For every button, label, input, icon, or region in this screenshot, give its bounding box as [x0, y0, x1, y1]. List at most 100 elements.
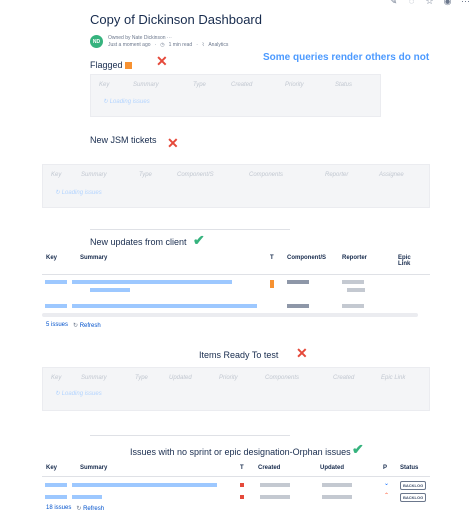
clock-icon: ◷	[160, 42, 165, 48]
column-header: Created	[231, 82, 253, 88]
issue-key[interactable]	[45, 495, 67, 499]
column-header-status[interactable]: Status	[400, 465, 418, 471]
issue-key[interactable]	[45, 280, 67, 284]
read-time: 1 min read	[168, 42, 193, 48]
column-header: Key	[51, 375, 62, 381]
column-header: Component/S	[177, 172, 214, 178]
column-header: Components	[249, 172, 284, 178]
status-badge: BACKLOG	[400, 481, 427, 490]
section-title-orphan: Issues with no sprint or epic designatio…	[130, 447, 351, 457]
column-header: Type	[139, 172, 152, 178]
client-table-footer: 5 issues ↻ Refresh	[46, 322, 101, 329]
avatar[interactable]: ND	[90, 35, 103, 48]
column-header: Updated	[169, 375, 192, 381]
ready-query-table: Key Summary Type Updated Priority Compon…	[42, 367, 430, 411]
issue-created	[260, 483, 290, 487]
column-header-component[interactable]: Component/S	[287, 255, 326, 261]
refresh-label: Refresh	[79, 323, 101, 329]
issue-summary[interactable]	[72, 280, 232, 284]
flagged-query-table: Key Summary Type Created Priority Status…	[90, 74, 381, 117]
issue-count-link[interactable]: 5 issues	[46, 322, 68, 329]
column-header: Summary	[81, 375, 107, 381]
page-meta: Just a moment ago · ◷ 1 min read · ⌇ Ana…	[108, 42, 228, 48]
analytics-link[interactable]: Analytics	[208, 42, 228, 48]
annotation-note: Some queries render others do not	[263, 52, 430, 63]
column-header: Summary	[81, 172, 107, 178]
issue-summary[interactable]	[72, 495, 102, 499]
issue-updated	[322, 483, 352, 487]
ready-header-row: Key Summary Type Updated Priority Compon…	[51, 375, 405, 381]
issue-type-icon	[240, 495, 244, 499]
owner-menu-icon[interactable]: ⋯	[167, 35, 172, 41]
issue-key[interactable]	[45, 304, 67, 308]
table-row[interactable]	[42, 278, 430, 298]
section-title-flagged: Flagged	[90, 60, 132, 70]
jsm-query-table: Key Summary Type Component/S Components …	[42, 164, 430, 208]
refresh-button[interactable]: ↻ Refresh	[73, 322, 101, 329]
column-header-key[interactable]: Key	[46, 255, 57, 261]
refresh-button[interactable]: ↻ Refresh	[76, 505, 104, 512]
column-header-key[interactable]: Key	[46, 465, 57, 471]
table-row[interactable]: ⌃ BACKLOG	[42, 492, 430, 502]
table-header-rule	[42, 274, 430, 275]
issue-created	[260, 495, 290, 499]
priority-high-icon: ⌃	[384, 493, 390, 499]
column-header-summary[interactable]: Summary	[80, 465, 107, 471]
column-header: Reporter	[325, 172, 349, 178]
section-title-ready: Items Ready To test	[199, 350, 279, 360]
section-title-client: New updates from client	[90, 237, 187, 247]
column-header: Status	[335, 82, 353, 88]
column-header: Type	[135, 375, 148, 381]
updated-time: Just a moment ago	[108, 42, 151, 48]
issue-count-link[interactable]: 18 issues	[46, 505, 71, 512]
section-title-jsm: New JSM tickets	[90, 135, 157, 145]
flagged-header-row: Key Summary Type Created Priority Status	[99, 82, 352, 88]
column-header-type[interactable]: T	[240, 465, 244, 471]
refresh-label: Refresh	[83, 506, 105, 512]
issue-summary[interactable]	[72, 304, 257, 308]
table-header-rule	[42, 476, 430, 477]
more-icon[interactable]: ⋯	[461, 0, 470, 7]
column-header-priority[interactable]: P	[383, 465, 387, 471]
issue-reporter	[342, 280, 364, 284]
page-toolbar: ✎ ◌ ☆ ◉ ⋯	[389, 0, 470, 7]
comment-icon[interactable]: ◌	[407, 0, 416, 7]
loading-label: Loading issues	[61, 190, 102, 196]
column-header-epic-link[interactable]: Epic Link	[398, 255, 418, 267]
column-header-reporter[interactable]: Reporter	[342, 255, 367, 261]
horizontal-scrollbar[interactable]	[42, 313, 418, 317]
star-icon[interactable]: ☆	[425, 0, 434, 7]
refresh-icon: ↻	[73, 323, 79, 329]
cross-mark-icon: ✕	[167, 135, 179, 151]
status-badge: BACKLOG	[400, 493, 427, 502]
column-header: Key	[51, 172, 62, 178]
priority-low-icon: ⌄	[384, 481, 390, 487]
issue-component	[287, 304, 309, 308]
watch-icon[interactable]: ◉	[443, 0, 452, 7]
loading-label: Loading issues	[61, 391, 102, 397]
issue-updated	[322, 495, 352, 499]
cross-mark-icon: ✕	[156, 53, 168, 69]
issue-summary[interactable]	[72, 483, 217, 487]
meta-dot: ·	[196, 42, 198, 48]
issue-summary-wrap[interactable]	[90, 288, 130, 292]
column-header: Key	[99, 82, 110, 88]
column-header: Priority	[219, 375, 238, 381]
issue-type-icon	[270, 280, 274, 288]
issue-component	[287, 280, 309, 284]
divider	[90, 435, 290, 436]
issue-key[interactable]	[45, 483, 67, 487]
divider	[90, 229, 290, 230]
loading-text: ↻ Loading issues	[55, 391, 102, 397]
column-header-updated[interactable]: Updated	[320, 465, 344, 471]
loading-label: Loading issues	[109, 99, 150, 105]
column-header-summary[interactable]: Summary	[80, 255, 107, 261]
table-row[interactable]: ⌄ BACKLOG	[42, 480, 430, 490]
column-header-created[interactable]: Created	[258, 465, 280, 471]
flagged-title-text: Flagged	[90, 60, 123, 70]
column-header-type[interactable]: T	[270, 255, 274, 261]
edit-icon[interactable]: ✎	[389, 0, 398, 7]
column-header: Assignee	[379, 172, 404, 178]
table-row[interactable]	[42, 302, 430, 312]
column-header: Epic Link	[381, 375, 406, 381]
